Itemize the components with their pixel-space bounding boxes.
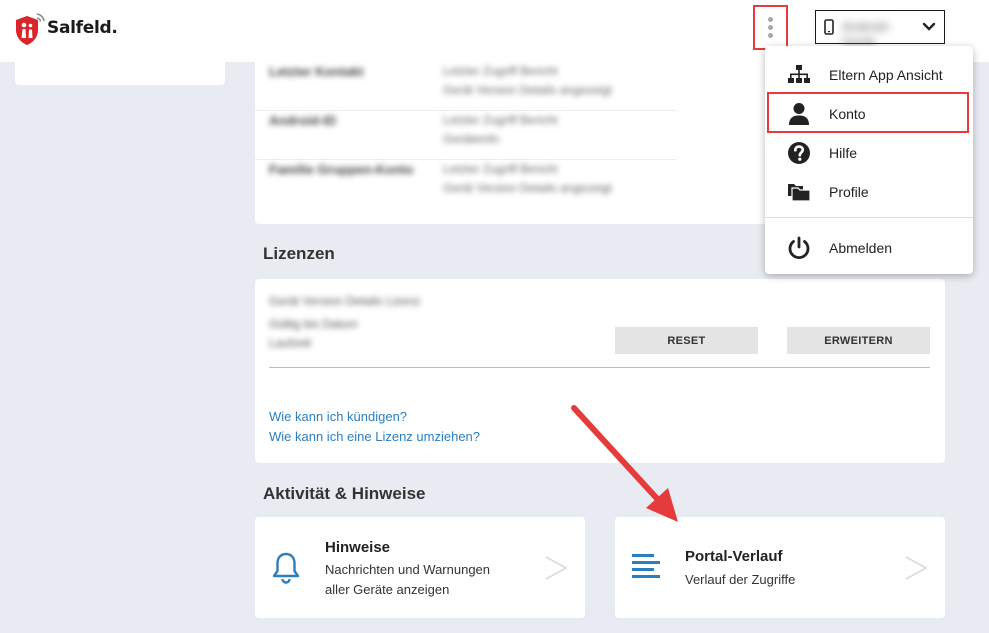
notices-description: Nachrichten und Warnungen — [325, 562, 491, 577]
info-value: Letzter Zugriff Bericht — [443, 162, 558, 176]
menu-item-label: Konto — [829, 106, 866, 122]
extend-button[interactable]: ERWEITERN — [787, 327, 930, 354]
chevron-right-icon — [545, 556, 568, 580]
portal-history-description: Verlauf der Zugriffe — [685, 572, 796, 587]
info-value: Geräteinfo — [443, 132, 500, 146]
menu-item-label: Eltern App Ansicht — [829, 67, 943, 83]
list-lines-icon — [632, 554, 660, 578]
activity-heading: Aktivität & Hinweise — [263, 484, 426, 503]
more-options-button[interactable] — [753, 5, 788, 50]
info-value: Gerät Version Details angezeigt — [443, 83, 612, 97]
folders-icon — [787, 180, 811, 204]
info-key: Android-ID — [269, 113, 337, 128]
dot-icon — [768, 25, 773, 30]
salfeld-logo[interactable]: Salfeld. — [13, 8, 118, 48]
bell-icon — [272, 552, 300, 584]
menu-item-label: Profile — [829, 184, 869, 200]
license-info: Laufzeit — [269, 336, 312, 350]
user-icon — [787, 102, 811, 126]
info-row: Letzter Kontakt Letzter Zugriff Bericht … — [255, 62, 677, 111]
dot-icon — [768, 17, 773, 22]
license-info: Gerät Version Details Lizenz — [269, 294, 421, 308]
device-name: Android-Gerät — [842, 19, 892, 49]
menu-item-label: Abmelden — [829, 240, 893, 256]
smartphone-icon — [824, 19, 834, 35]
chevron-right-icon — [905, 556, 928, 580]
menu-item-parent-app-view[interactable]: Eltern App Ansicht — [765, 58, 973, 92]
menu-item-logout[interactable]: Abmelden — [765, 231, 973, 265]
device-selector[interactable]: Android-Gerät — [815, 10, 945, 49]
portal-history-title: Portal-Verlauf — [685, 548, 783, 565]
sidebar-card — [15, 62, 225, 85]
move-license-help-link[interactable]: Wie kann ich eine Lizenz umziehen? — [269, 429, 480, 444]
question-icon — [787, 141, 811, 165]
power-icon — [787, 236, 811, 260]
info-row: Familie Gruppen-Konto Letzter Zugriff Be… — [255, 160, 677, 209]
menu-item-profiles[interactable]: Profile — [765, 175, 973, 209]
info-value: Gerät Version Details angezeigt — [443, 181, 612, 195]
license-info: Gültig bis Datum — [269, 317, 358, 331]
shield-logo-icon — [16, 13, 45, 45]
info-value: Letzter Zugriff Bericht — [443, 113, 558, 127]
info-key: Familie Gruppen-Konto — [269, 162, 414, 177]
menu-item-account[interactable]: Konto — [765, 97, 973, 131]
menu-divider — [765, 217, 973, 218]
info-value: Letzter Zugriff Bericht — [443, 64, 558, 78]
notices-card[interactable]: Hinweise Nachrichten und Warnungen aller… — [255, 517, 585, 618]
sitemap-icon — [787, 63, 811, 87]
notices-description: aller Geräte anzeigen — [325, 582, 450, 597]
brand-name: Salfeld. — [47, 18, 118, 38]
licenses-card: Gerät Version Details Lizenz Gültig bis … — [255, 279, 945, 463]
licenses-heading: Lizenzen — [263, 244, 335, 263]
reset-button[interactable]: RESET — [615, 327, 758, 354]
menu-item-help[interactable]: Hilfe — [765, 136, 973, 170]
menu-item-label: Hilfe — [829, 145, 858, 161]
info-key: Letzter Kontakt — [269, 64, 364, 79]
dot-icon — [768, 33, 773, 38]
chevron-down-icon — [922, 22, 936, 31]
portal-history-card[interactable]: Portal-Verlauf Verlauf der Zugriffe — [615, 517, 945, 618]
options-menu: Eltern App Ansicht Konto Hilfe Profile A… — [765, 46, 973, 274]
cancel-help-link[interactable]: Wie kann ich kündigen? — [269, 409, 407, 424]
notices-title: Hinweise — [325, 539, 391, 556]
info-row: Android-ID Letzter Zugriff Bericht Gerät… — [255, 111, 677, 160]
divider — [269, 367, 930, 368]
